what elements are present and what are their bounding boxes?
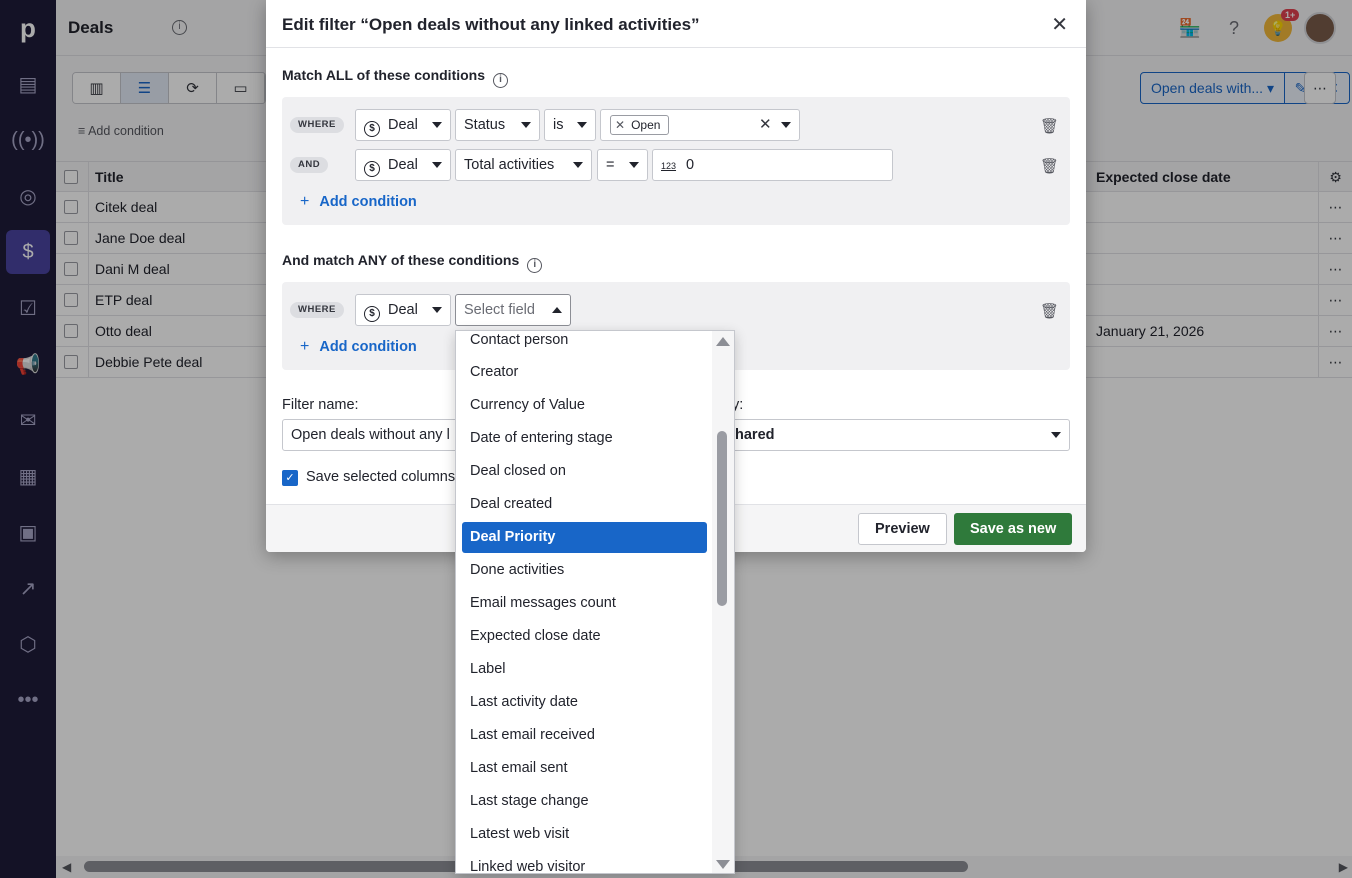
dropdown-option[interactable]: Email messages count (462, 588, 707, 619)
match-all-title: Match ALL of these conditions i (282, 67, 509, 88)
filter-name-input[interactable]: Open deals without any l (282, 419, 462, 451)
add-condition-all-button[interactable]: + Add condition (300, 193, 417, 211)
dropdown-option[interactable]: Last stage change (462, 786, 707, 817)
save-columns-checkbox[interactable]: ✓ (282, 470, 298, 486)
trash-icon[interactable]: 🗑 (1040, 157, 1059, 175)
close-icon[interactable]: ✕ (1051, 12, 1068, 37)
deal-dollar-icon: $ (364, 121, 380, 137)
chip-remove-icon[interactable]: ✕ (615, 118, 625, 132)
dropdown-scrollbar-thumb[interactable] (717, 431, 727, 606)
dropdown-option[interactable]: Done activities (462, 555, 707, 586)
info-icon[interactable]: i (527, 258, 543, 273)
and-tag: AND (290, 157, 329, 173)
save-as-new-button[interactable]: Save as new (954, 513, 1073, 545)
entity-select[interactable]: $ Deal (355, 149, 451, 181)
dropdown-option[interactable]: Last email received (462, 720, 707, 751)
dropdown-option[interactable]: Expected close date (462, 621, 707, 652)
dropdown-option[interactable]: Creator (462, 357, 707, 388)
entity-select[interactable]: $ Deal (355, 109, 451, 141)
filter-name-label: Filter name: (282, 397, 359, 413)
field-select[interactable]: Select field (455, 294, 571, 326)
save-columns-label: Save selected columns (306, 469, 456, 485)
operator-select[interactable]: is (544, 109, 596, 141)
dropdown-option[interactable]: Deal created (462, 489, 707, 520)
match-all-box: WHERE $ Deal Status is ✕ Open ✕ 🗑 AND $ Dea… (282, 97, 1070, 225)
modal-title: Edit filter “Open deals without any link… (282, 15, 700, 34)
info-icon[interactable]: i (493, 73, 509, 88)
dropdown-option[interactable]: Linked web visitor (462, 852, 707, 873)
dropdown-option[interactable]: Last activity date (462, 687, 707, 718)
deal-dollar-icon: $ (364, 161, 380, 177)
value-chip[interactable]: ✕ Open (610, 115, 670, 135)
dropdown-option[interactable]: Date of entering stage (462, 423, 707, 454)
visibility-select[interactable]: hared (726, 419, 1070, 451)
select-field-dropdown: Contact person Creator Currency of Value… (455, 330, 735, 874)
value-multiselect[interactable]: ✕ Open ✕ (600, 109, 800, 141)
preview-button[interactable]: Preview (858, 513, 947, 545)
modal-header: Edit filter “Open deals without any link… (266, 0, 1086, 48)
dropdown-option-selected[interactable]: Deal Priority (462, 522, 707, 553)
dropdown-option[interactable]: Last email sent (462, 753, 707, 784)
match-any-title: And match ANY of these conditions i (282, 252, 543, 273)
where-tag: WHERE (290, 117, 344, 133)
add-condition-any-button[interactable]: + Add condition (300, 338, 417, 356)
trash-icon[interactable]: 🗑 (1040, 302, 1059, 320)
dropdown-option[interactable]: Contact person (462, 331, 707, 356)
field-select[interactable]: Status (455, 109, 540, 141)
deal-dollar-icon: $ (364, 306, 380, 322)
dropdown-option[interactable]: Currency of Value (462, 390, 707, 421)
dropdown-option[interactable]: Latest web visit (462, 819, 707, 850)
number-icon: 123 (661, 161, 677, 171)
operator-select[interactable]: = (597, 149, 648, 181)
clear-value-icon[interactable]: ✕ (759, 110, 772, 140)
dropdown-option[interactable]: Label (462, 654, 707, 685)
entity-select[interactable]: $ Deal (355, 294, 451, 326)
field-select[interactable]: Total activities (455, 149, 592, 181)
dropdown-scrollbar[interactable] (712, 331, 734, 873)
dropdown-option[interactable]: Deal closed on (462, 456, 707, 487)
where-tag: WHERE (290, 302, 344, 318)
value-number-input[interactable]: 123 0 (652, 149, 893, 181)
scroll-down-icon[interactable] (716, 860, 730, 869)
scroll-up-icon[interactable] (716, 337, 730, 346)
trash-icon[interactable]: 🗑 (1040, 117, 1059, 135)
